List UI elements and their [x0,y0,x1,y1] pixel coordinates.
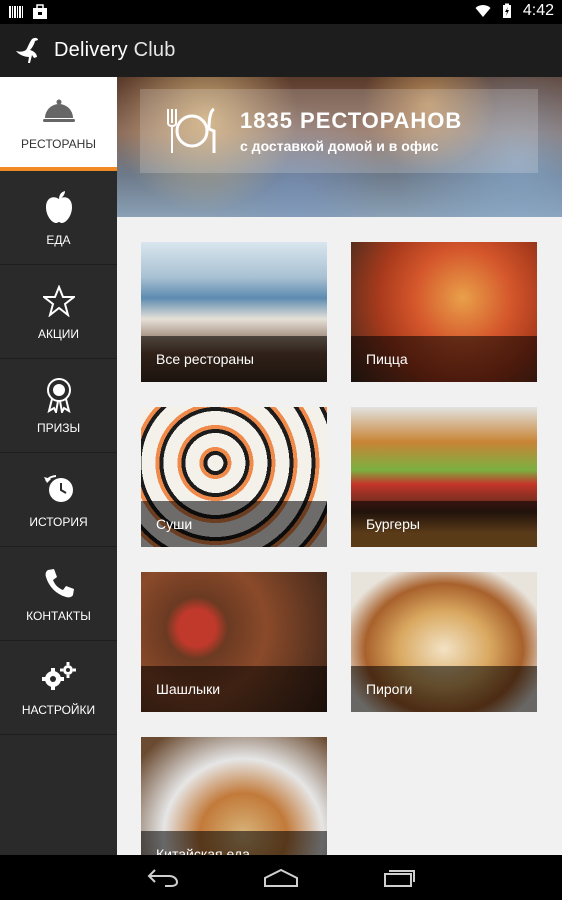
gears-icon [41,659,77,695]
sidebar: РЕСТОРАНЫ ЕДА АКЦИИ ПРИЗЫ ИСТОРИЯ КОНТАК… [0,77,125,855]
sidebar-item-contacts[interactable]: КОНТАКТЫ [0,547,117,641]
sidebar-item-history[interactable]: ИСТОРИЯ [0,453,117,547]
category-label: Бургеры [351,501,537,547]
star-icon [41,283,77,319]
category-label: Суши [141,501,327,547]
category-tile-all-restaurants[interactable]: Все рестораны [141,242,327,382]
status-time: 4:42 [522,2,554,19]
sidebar-item-prizes[interactable]: ПРИЗЫ [0,359,117,453]
cloche-icon [41,93,77,129]
ostrich-logo-icon[interactable] [10,33,46,69]
status-bar: 4:42 [0,0,562,24]
plate-cutlery-icon [167,107,216,153]
category-label: Шашлыки [141,666,327,712]
back-button[interactable] [145,866,181,890]
sidebar-item-promotions[interactable]: АКЦИИ [0,265,117,359]
hero-banner: 1835 РЕСТОРАНОВ с доставкой домой и в оф… [117,77,562,217]
sidebar-item-restaurants[interactable]: РЕСТОРАНЫ [0,77,125,171]
app-bar: Delivery Club [0,24,562,77]
category-tile-pizza[interactable]: Пицца [351,242,537,382]
hero-subtitle: с доставкой домой и в офис [240,138,439,154]
sidebar-item-label: ПРИЗЫ [36,420,81,435]
category-tile-chinese[interactable]: Китайская еда [141,737,327,855]
category-label: Китайская еда [141,831,327,855]
bag-notification-icon [33,4,47,19]
sidebar-item-label: РЕСТОРАНЫ [21,137,96,151]
battery-icon [502,3,511,18]
wifi-icon [475,5,491,17]
sidebar-item-settings[interactable]: НАСТРОЙКИ [0,641,117,735]
category-tile-kebabs[interactable]: Шашлыки [141,572,327,712]
category-tile-sushi[interactable]: Суши [141,407,327,547]
category-label: Все рестораны [141,336,327,382]
home-button[interactable] [263,866,299,890]
category-label: Пироги [351,666,537,712]
recents-icon [384,869,415,887]
barcode-notification-icon [9,6,23,18]
sidebar-item-label: НАСТРОЙКИ [21,702,96,717]
home-icon [264,868,298,887]
back-icon [147,868,179,887]
category-label: Пицца [351,336,537,382]
recents-button[interactable] [381,866,417,890]
history-clock-icon [41,471,77,507]
sidebar-item-label: ЕДА [46,232,71,247]
sidebar-item-label: КОНТАКТЫ [26,608,91,623]
category-tile-pies[interactable]: Пироги [351,572,537,712]
app-title: Delivery Club [54,39,176,62]
award-ribbon-icon [41,377,77,413]
sidebar-item-label: ИСТОРИЯ [29,514,88,529]
sidebar-item-food[interactable]: ЕДА [0,171,117,265]
phone-icon [41,565,77,601]
app-title-sub: Club [133,39,176,61]
main-content: 1835 РЕСТОРАНОВ с доставкой домой и в оф… [117,77,562,855]
sidebar-item-label: АКЦИИ [37,326,80,341]
restaurant-count: 1835 РЕСТОРАНОВ [240,108,463,133]
system-nav-bar [0,855,562,900]
app-title-main: Delivery [54,39,128,61]
apple-icon [41,189,77,225]
restaurant-count-banner: 1835 РЕСТОРАНОВ с доставкой домой и в оф… [140,89,538,173]
category-tile-burgers[interactable]: Бургеры [351,407,537,547]
